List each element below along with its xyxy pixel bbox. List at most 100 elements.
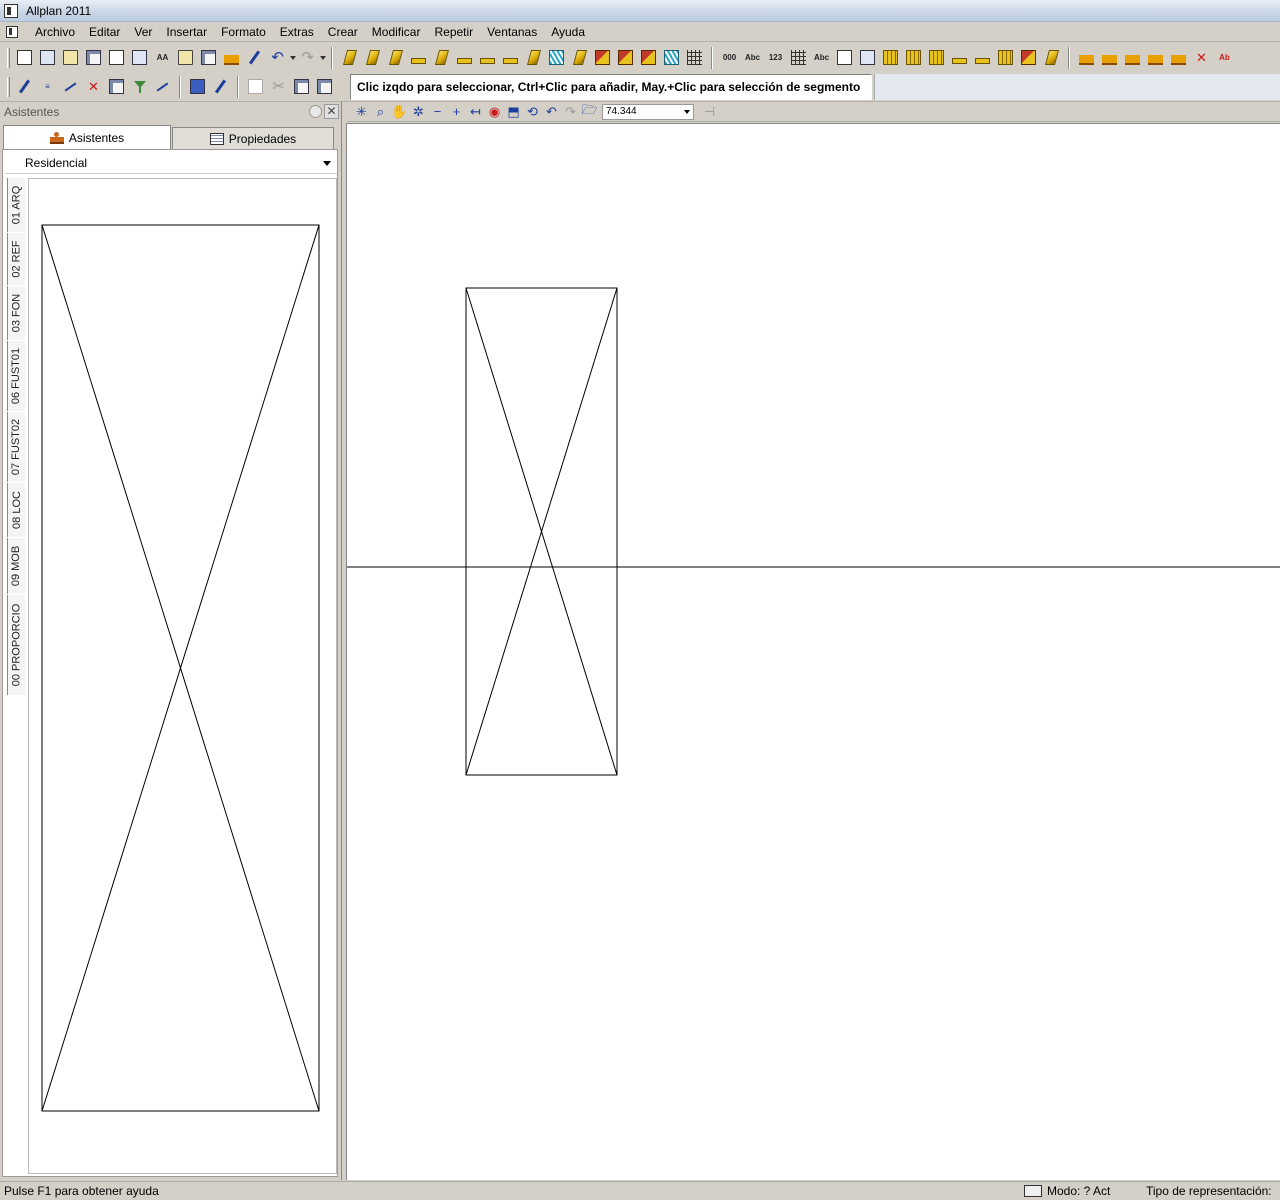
level-icon[interactable] — [1075, 46, 1098, 69]
fill-icon[interactable] — [637, 46, 660, 69]
room-icon[interactable] — [902, 46, 925, 69]
redo-dropdown-icon[interactable] — [320, 55, 326, 60]
menu-extras[interactable]: Extras — [273, 22, 321, 42]
print-preview-icon[interactable] — [105, 46, 128, 69]
column-icon[interactable] — [407, 46, 430, 69]
menu-ventanas[interactable]: Ventanas — [480, 22, 544, 42]
view-3d-icon[interactable]: ⬒ — [504, 104, 523, 120]
dimension-icon[interactable]: 000 — [718, 46, 741, 69]
new-file-icon[interactable] — [13, 46, 36, 69]
pin-icon[interactable] — [309, 105, 322, 118]
save-icon[interactable] — [82, 46, 105, 69]
open-project-icon[interactable] — [36, 46, 59, 69]
number-icon[interactable]: 123 — [764, 46, 787, 69]
zoom-out-icon[interactable]: − — [428, 104, 447, 120]
pin-icon[interactable]: ⊣ — [700, 104, 719, 120]
pan-icon[interactable]: ✋ — [390, 104, 409, 120]
rotate-view-icon[interactable]: ⟲ — [523, 104, 542, 120]
menu-ayuda[interactable]: Ayuda — [544, 22, 592, 42]
railing-icon[interactable] — [683, 46, 706, 69]
wall-icon[interactable] — [361, 46, 384, 69]
level-icon[interactable] — [1144, 46, 1167, 69]
export-icon[interactable] — [174, 46, 197, 69]
text-red-icon[interactable]: Ab — [1213, 46, 1236, 69]
tab-asistentes[interactable]: Asistentes — [3, 125, 171, 149]
roof-icon[interactable] — [614, 46, 637, 69]
room-icon[interactable] — [856, 46, 879, 69]
slab-icon[interactable] — [453, 46, 476, 69]
copy-icon[interactable] — [244, 75, 267, 98]
menu-editar[interactable]: Editar — [82, 22, 127, 42]
brush-icon[interactable] — [209, 75, 232, 98]
layer-icon[interactable]: ≡ — [36, 75, 59, 98]
zoom-in-icon[interactable]: + — [447, 104, 466, 120]
tab-propiedades[interactable]: Propiedades — [172, 127, 334, 150]
snap-icon[interactable] — [59, 75, 82, 98]
label-icon[interactable]: Abc — [810, 46, 833, 69]
window-icon[interactable] — [545, 46, 568, 69]
vtab-00-proporcio[interactable]: 00 PROPORCIO — [7, 595, 25, 695]
close-icon[interactable]: ✕ — [324, 104, 339, 119]
menu-modificar[interactable]: Modificar — [365, 22, 428, 42]
zoom-window-icon[interactable]: ⌕ — [371, 104, 390, 120]
zoom-scale-field[interactable]: 74.344 — [602, 103, 694, 120]
zoom-all-icon[interactable]: ✳ — [352, 104, 371, 120]
redo-icon[interactable]: ↷ — [296, 46, 319, 69]
toolbar-grip[interactable] — [7, 47, 10, 68]
paste-special-icon[interactable] — [313, 75, 336, 98]
wall-icon[interactable] — [338, 46, 361, 69]
delete-line-icon[interactable]: ✕ — [82, 75, 105, 98]
chevron-down-icon[interactable] — [684, 109, 690, 114]
assistant-group-select[interactable]: Residencial — [5, 152, 337, 174]
stair-icon[interactable] — [476, 46, 499, 69]
document-icon[interactable] — [6, 25, 18, 38]
chevron-down-icon[interactable] — [323, 161, 331, 166]
open-view-icon[interactable]: 🗁 — [580, 102, 599, 120]
finish-icon[interactable] — [1040, 46, 1063, 69]
finish-icon[interactable] — [1017, 46, 1040, 69]
grid-label-icon[interactable] — [787, 46, 810, 69]
vtab-03-fon[interactable]: 03 FON — [7, 286, 25, 340]
beam-icon[interactable] — [430, 46, 453, 69]
vtab-07-fust02[interactable]: 07 FUST02 — [7, 412, 25, 482]
finish-icon[interactable] — [925, 46, 948, 69]
open-file-icon[interactable] — [59, 46, 82, 69]
regenerate-icon[interactable]: ✲ — [409, 104, 428, 120]
measure-icon[interactable] — [220, 46, 243, 69]
assistant-preview-area[interactable] — [28, 178, 337, 1174]
level-icon[interactable] — [1167, 46, 1190, 69]
grid-icon[interactable] — [660, 46, 683, 69]
text-label-icon[interactable]: Abc — [741, 46, 764, 69]
level-icon[interactable] — [1098, 46, 1121, 69]
vtab-09-mob[interactable]: 09 MOB — [7, 538, 25, 594]
vtab-01-arq[interactable]: 01 ARQ — [7, 178, 25, 232]
filter-icon[interactable] — [128, 75, 151, 98]
previous-arrow-icon[interactable]: ↤ — [466, 104, 485, 120]
toolbar-grip[interactable] — [7, 76, 10, 97]
vtab-02-ref[interactable]: 02 REF — [7, 233, 25, 285]
vtab-06-fust01[interactable]: 06 FUST01 — [7, 341, 25, 411]
finish-icon[interactable] — [971, 46, 994, 69]
level-icon[interactable] — [1121, 46, 1144, 69]
menu-insertar[interactable]: Insertar — [159, 22, 214, 42]
properties-icon[interactable] — [105, 75, 128, 98]
paste-icon[interactable] — [290, 75, 313, 98]
menu-formato[interactable]: Formato — [214, 22, 273, 42]
select-icon[interactable] — [151, 75, 174, 98]
vtab-08-loc[interactable]: 08 LOC — [7, 483, 25, 537]
save-all-icon[interactable] — [197, 46, 220, 69]
list-icon[interactable] — [128, 46, 151, 69]
next-view-icon[interactable]: ↷ — [561, 104, 580, 120]
menu-crear[interactable]: Crear — [321, 22, 365, 42]
menu-repetir[interactable]: Repetir — [427, 22, 480, 42]
cut-icon[interactable]: ✂ — [267, 75, 290, 98]
opening-icon[interactable] — [522, 46, 545, 69]
target-icon[interactable]: ◉ — [485, 104, 504, 120]
menu-ver[interactable]: Ver — [127, 22, 159, 42]
door-icon[interactable] — [591, 46, 614, 69]
drawing-viewport[interactable] — [346, 123, 1280, 1180]
room-icon[interactable] — [879, 46, 902, 69]
pen-icon[interactable] — [243, 46, 266, 69]
text-icon[interactable]: AA — [151, 46, 174, 69]
wall-icon[interactable] — [384, 46, 407, 69]
